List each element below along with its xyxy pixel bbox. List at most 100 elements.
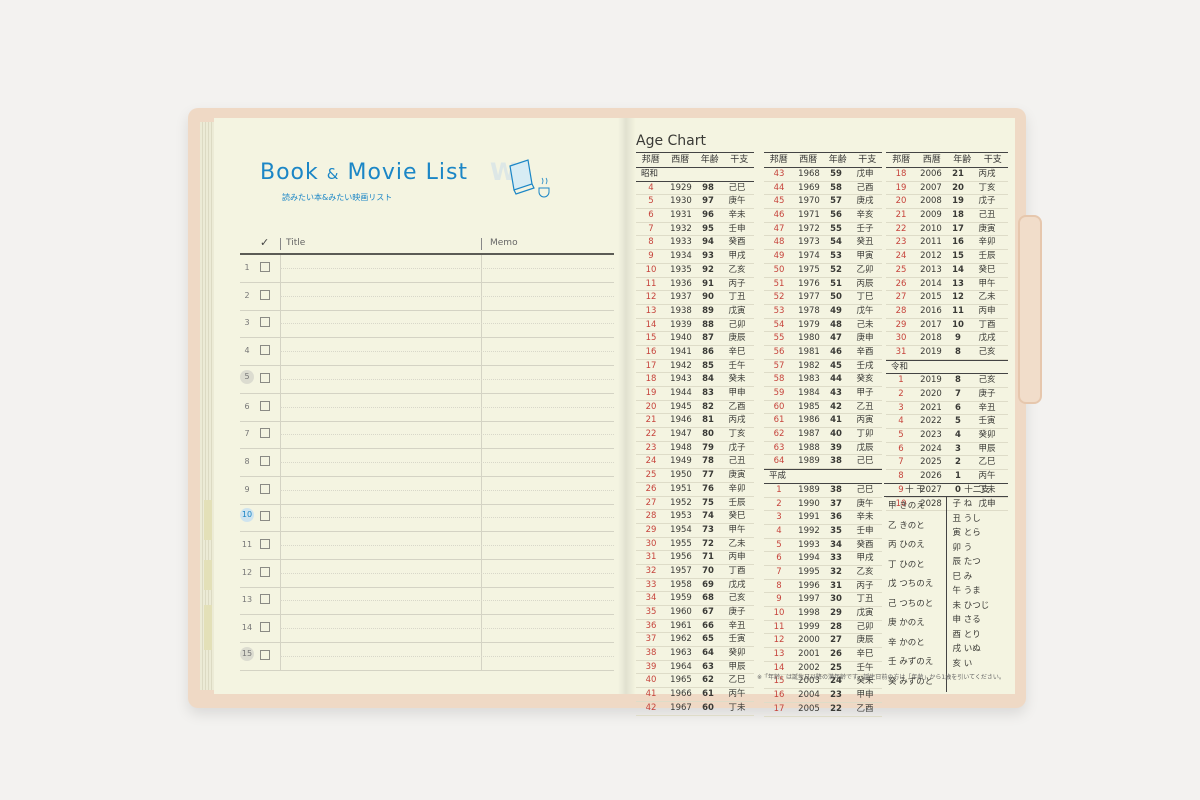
age-cell: 49 <box>830 305 842 316</box>
western-year-cell: 1980 <box>798 333 820 344</box>
eto-cell: 癸未 <box>728 374 746 385</box>
row-checkbox[interactable] <box>260 400 270 411</box>
era-year-cell: 5 <box>898 430 904 441</box>
eto-cell: 丙寅 <box>856 415 874 426</box>
row-checkbox[interactable] <box>260 511 270 522</box>
row-checkbox[interactable] <box>260 317 270 328</box>
row-checkbox[interactable] <box>260 594 270 605</box>
row-checkbox[interactable] <box>260 428 270 439</box>
age-cell: 46 <box>830 346 842 357</box>
jikkan-header: 十 干 <box>905 485 925 495</box>
era-year-cell: 31 <box>645 552 657 563</box>
chart-row: 64 1989 38 己巳 <box>764 455 882 470</box>
row-checkbox[interactable] <box>260 455 270 466</box>
list-row[interactable]: 5 <box>240 365 614 394</box>
list-row[interactable]: 9 <box>240 476 614 505</box>
chart-row: 33 1958 69 戊戌 <box>636 579 754 593</box>
western-year-cell: 1967 <box>670 702 692 713</box>
list-row[interactable]: 14 <box>240 615 614 644</box>
row-checkbox[interactable] <box>260 483 270 494</box>
western-year-cell: 2008 <box>920 196 942 207</box>
list-row[interactable]: 2 <box>240 282 614 311</box>
chart-row: 57 1982 45 壬戌 <box>764 360 882 374</box>
dotted-guide <box>280 295 614 297</box>
chart-row: 10 1935 92 乙亥 <box>636 264 754 278</box>
western-year-cell: 1934 <box>670 251 692 262</box>
western-year-cell: 1939 <box>670 319 692 330</box>
eto-cell: 庚子 <box>728 607 746 617</box>
list-row[interactable]: 10 <box>240 504 614 533</box>
dotted-guide <box>280 378 614 380</box>
row-number: 4 <box>244 346 250 356</box>
age-cell: 12 <box>952 292 964 303</box>
row-checkbox[interactable] <box>260 622 270 633</box>
dotted-guide <box>280 268 614 269</box>
chart-row: 55 1980 47 庚申 <box>764 332 882 346</box>
list-row[interactable]: 12 <box>240 559 614 588</box>
eto-cell: 己亥 <box>728 593 746 604</box>
list-row[interactable]: 4 <box>240 338 614 367</box>
era-year-cell: 26 <box>895 278 907 289</box>
row-checkbox[interactable] <box>260 262 270 272</box>
chart-header-row: 邦暦 西暦 年齢 干支 <box>886 153 1008 168</box>
era-year-cell: 9 <box>776 594 782 605</box>
eto-cell: 乙未 <box>978 292 996 303</box>
western-year-cell: 1952 <box>670 497 692 508</box>
row-checkbox[interactable] <box>260 566 270 577</box>
age-cell: 78 <box>702 456 714 467</box>
junishi-item: 寅 とら <box>952 528 981 538</box>
era-year-cell: 4 <box>898 416 904 427</box>
western-year-cell: 1986 <box>798 415 820 426</box>
eto-cell: 戊申 <box>856 169 874 179</box>
western-year-cell: 2014 <box>920 278 942 289</box>
list-row[interactable]: 8 <box>240 448 614 477</box>
dotted-guide <box>280 434 614 436</box>
western-year-cell: 2007 <box>920 182 942 193</box>
chart-row: 25 1950 77 庚寅 <box>636 469 754 483</box>
western-year-cell: 1994 <box>798 553 820 564</box>
eto-cell: 己巳 <box>728 182 746 193</box>
western-year-cell: 2001 <box>798 649 820 660</box>
era-year-cell: 27 <box>895 292 907 303</box>
western-year-cell: 1932 <box>670 223 692 234</box>
row-number: 6 <box>244 401 250 411</box>
eto-cell: 己未 <box>856 319 874 330</box>
western-year-cell: 1957 <box>670 565 692 576</box>
row-checkbox[interactable] <box>260 372 270 383</box>
era-year-cell: 29 <box>645 524 657 535</box>
era-year-cell: 32 <box>645 565 657 576</box>
chart-row: 62 1987 40 丁卯 <box>764 428 882 442</box>
row-checkbox[interactable] <box>260 649 270 660</box>
western-year-cell: 2013 <box>920 264 942 275</box>
list-row[interactable]: 1 <box>240 255 614 283</box>
western-year-cell: 1960 <box>670 607 692 617</box>
list-row[interactable]: 3 <box>240 310 614 339</box>
era-year-cell: 24 <box>645 456 657 467</box>
age-cell: 59 <box>830 169 842 179</box>
row-checkbox[interactable] <box>260 289 270 300</box>
eto-cell: 庚辰 <box>856 635 874 646</box>
list-row[interactable]: 13 <box>240 587 614 616</box>
list-row[interactable]: 15 <box>240 642 614 671</box>
row-checkbox[interactable] <box>260 345 270 356</box>
row-checkbox[interactable] <box>260 539 270 549</box>
eto-cell: 己卯 <box>728 319 746 330</box>
era-year-cell: 13 <box>645 305 657 316</box>
western-year-cell: 1997 <box>798 594 820 605</box>
age-cell: 21 <box>952 169 964 179</box>
pen-loop-strap <box>1018 215 1042 404</box>
list-row[interactable]: 6 <box>240 393 614 422</box>
eto-cell: 庚戌 <box>856 196 874 207</box>
western-year-cell: 1943 <box>670 374 692 385</box>
row-number: 5 <box>240 369 254 384</box>
row-number: 11 <box>241 540 253 549</box>
age-cell: 51 <box>830 278 842 289</box>
eto-cell: 丁酉 <box>728 565 746 576</box>
era-year-cell: 26 <box>645 483 657 494</box>
list-row[interactable]: 7 <box>240 421 614 450</box>
list-row[interactable]: 11 <box>240 532 614 560</box>
age-cell: 61 <box>702 689 714 700</box>
western-year-cell: 1946 <box>670 415 692 426</box>
chart-row: 2 2020 7 庚子 <box>886 388 1008 402</box>
western-year-cell: 2004 <box>798 690 820 701</box>
